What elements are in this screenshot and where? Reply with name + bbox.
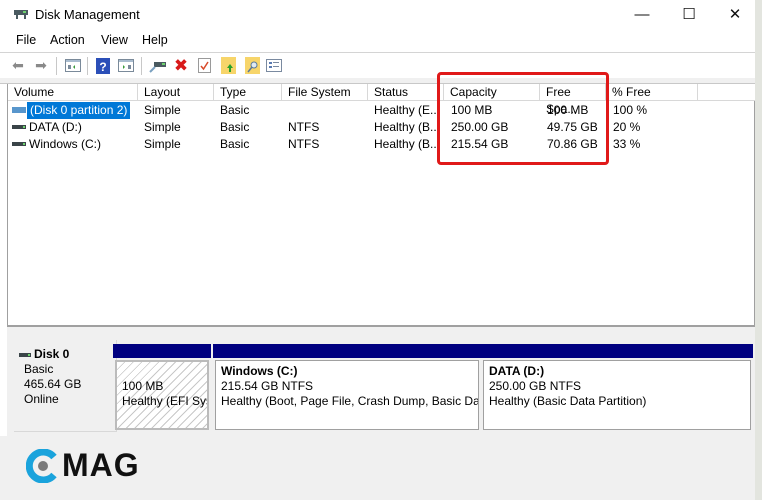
striped-volume-icon <box>12 107 26 113</box>
volume-layout: Simple <box>144 120 181 134</box>
disk-map-pane: Disk 0 Basic 465.64 GB Online 100 MB Hea… <box>7 334 755 436</box>
partition-size: 215.54 GB NTFS <box>221 379 314 393</box>
volume-list-pane: Volume Layout Type File System Status Ca… <box>7 84 756 326</box>
volume-status: Healthy (B... <box>374 120 441 134</box>
capacity-highlight-annotation <box>437 72 609 165</box>
partition-bar <box>213 344 481 358</box>
column-header-blank <box>698 84 756 101</box>
volume-percent-free: 100 % <box>613 103 648 117</box>
back-icon[interactable]: ⬅ <box>9 57 27 74</box>
table-row[interactable]: (Disk 0 partition 2) Simple Basic Health… <box>8 102 756 119</box>
volume-type: Basic <box>220 103 250 117</box>
minimize-button[interactable]: — <box>627 4 657 24</box>
connect-disk-icon[interactable] <box>149 57 167 74</box>
partition-title: DATA (D:) <box>489 364 545 378</box>
partition-status: Healthy (Basic Data Partition) <box>489 394 647 408</box>
toolbar: ⬅ ➡ ? ✖ <box>0 52 755 78</box>
toolbar-separator <box>141 57 142 75</box>
menu-file[interactable]: File <box>16 33 36 47</box>
column-header-volume[interactable]: Volume <box>8 84 138 101</box>
show-hide-action-pane-icon[interactable] <box>117 57 135 74</box>
toolbar-separator <box>87 57 88 75</box>
volume-status: Healthy (B... <box>374 137 441 151</box>
disk-type: Basic <box>24 362 54 376</box>
import-folder-icon[interactable] <box>219 57 237 74</box>
partition-body: 100 MB Healthy (EFI Sys <box>115 360 209 430</box>
volume-name: Windows (C:) <box>29 137 102 151</box>
partition-status: Healthy (EFI Sys <box>122 394 209 408</box>
menu-action[interactable]: Action <box>50 33 85 47</box>
menu-help[interactable]: Help <box>142 33 168 47</box>
partition-windows-c[interactable]: Windows (C:) 215.54 GB NTFS Healthy (Boo… <box>213 344 481 432</box>
search-folder-icon[interactable] <box>243 57 261 74</box>
settings-list-icon[interactable] <box>265 57 283 74</box>
volume-status: Healthy (E... <box>374 103 441 117</box>
close-button[interactable]: ✕ <box>720 4 750 24</box>
volume-name: DATA (D:) <box>29 120 82 134</box>
partition-efi[interactable]: 100 MB Healthy (EFI Sys <box>113 344 211 432</box>
watermark-text: MAG <box>62 447 140 483</box>
column-header-file-system[interactable]: File System <box>282 84 368 101</box>
cmag-watermark: MAG <box>26 447 140 484</box>
volume-percent-free: 20 % <box>613 120 641 134</box>
menu-view[interactable]: View <box>101 33 128 47</box>
window-edge <box>755 0 762 500</box>
column-header-percent-free[interactable]: % Free <box>606 84 698 101</box>
column-header-status[interactable]: Status <box>368 84 444 101</box>
partition-status: Healthy (Boot, Page File, Crash Dump, Ba… <box>221 394 479 408</box>
volume-icon <box>12 125 26 129</box>
table-row[interactable]: Windows (C:) Simple Basic NTFS Healthy (… <box>8 136 756 153</box>
show-hide-console-tree-icon[interactable] <box>64 57 82 74</box>
volume-percent-free: 33 % <box>613 137 641 151</box>
column-header-layout[interactable]: Layout <box>138 84 214 101</box>
properties-icon[interactable] <box>195 57 213 74</box>
disk-management-app-icon <box>14 10 28 19</box>
table-row[interactable]: DATA (D:) Simple Basic NTFS Healthy (B..… <box>8 119 756 136</box>
volume-file-system: NTFS <box>288 137 320 151</box>
watermark-area: MAG <box>0 436 755 500</box>
volume-name: (Disk 0 partition 2) <box>27 102 131 119</box>
window-title: Disk Management <box>35 7 140 22</box>
disk-name: Disk 0 <box>34 347 70 361</box>
partition-size: 100 MB <box>122 379 164 393</box>
disk-0-label[interactable]: Disk 0 Basic 465.64 GB Online <box>14 340 117 432</box>
partition-title: Windows (C:) <box>221 364 298 378</box>
volume-layout: Simple <box>144 137 181 151</box>
disk-state: Online <box>24 392 59 406</box>
help-icon[interactable]: ? <box>94 57 112 74</box>
volume-type: Basic <box>220 137 250 151</box>
title-bar: Disk Management — ☐ ✕ <box>0 0 755 30</box>
volume-type: Basic <box>220 120 250 134</box>
disk-size: 465.64 GB <box>24 377 82 391</box>
volume-layout: Simple <box>144 103 181 117</box>
partition-body: Windows (C:) 215.54 GB NTFS Healthy (Boo… <box>215 360 479 430</box>
partition-body: DATA (D:) 250.00 GB NTFS Healthy (Basic … <box>483 360 751 430</box>
toolbar-separator <box>56 57 57 75</box>
cmag-logo-icon <box>26 448 57 483</box>
volume-icon <box>12 142 26 146</box>
partition-data-d[interactable]: DATA (D:) 250.00 GB NTFS Healthy (Basic … <box>481 344 753 432</box>
pane-splitter[interactable] <box>7 326 755 334</box>
maximize-button[interactable]: ☐ <box>674 4 704 24</box>
svg-text:?: ? <box>99 60 106 74</box>
column-header-type[interactable]: Type <box>214 84 282 101</box>
forward-icon[interactable]: ➡ <box>32 57 50 74</box>
menu-bar: File Action View Help <box>0 30 755 52</box>
partition-bar <box>113 344 211 358</box>
delete-icon[interactable]: ✖ <box>172 56 190 75</box>
disk-management-window: Disk Management — ☐ ✕ File Action View H… <box>0 0 756 500</box>
disk-icon <box>19 352 31 357</box>
volume-file-system: NTFS <box>288 120 320 134</box>
partition-size: 250.00 GB NTFS <box>489 379 582 393</box>
partition-bar <box>481 344 753 358</box>
